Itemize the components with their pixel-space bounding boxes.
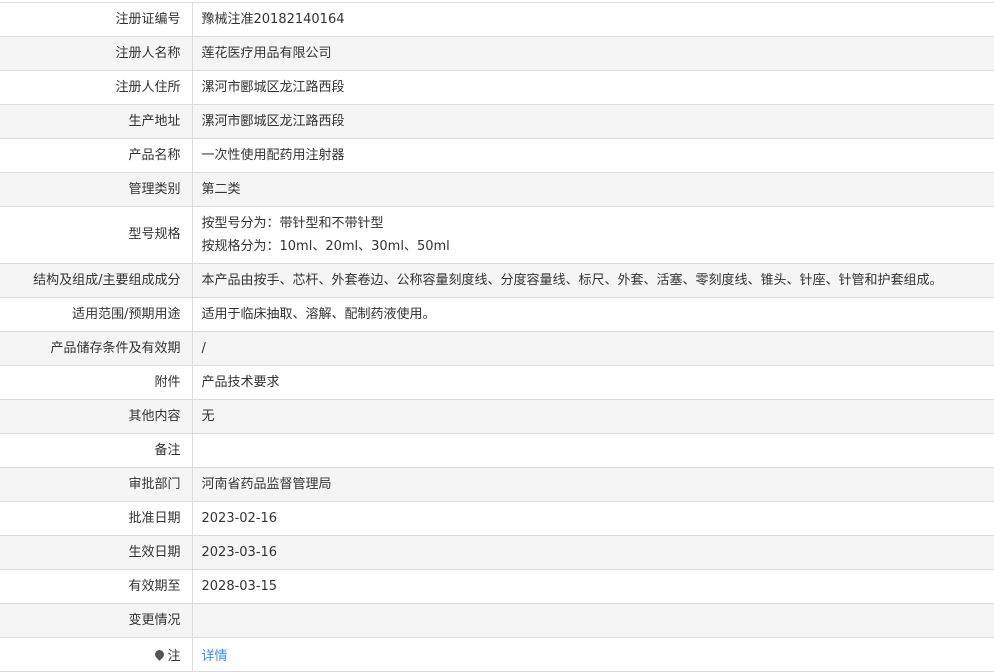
model-spec-line: 按型号分为：带针型和不带针型 [202,212,994,235]
row-label: 审批部门 [0,468,192,502]
row-registrant-name: 注册人名称 莲花医疗用品有限公司 [0,37,994,71]
row-value: 豫械注准20182140164 [192,3,994,37]
row-model-spec: 型号规格 按型号分为：带针型和不带针型 按规格分为：10ml、20ml、30ml… [0,207,994,264]
pin-icon [154,648,167,661]
registration-detail-table: 注册证编号 豫械注准20182140164 注册人名称 莲花医疗用品有限公司 注… [0,2,994,672]
row-product-name: 产品名称 一次性使用配药用注射器 [0,139,994,173]
row-value [192,434,994,468]
row-other-content: 其他内容 无 [0,400,994,434]
row-structure-composition: 结构及组成/主要组成成分 本产品由按手、芯杆、外套卷边、公称容量刻度线、分度容量… [0,264,994,298]
row-label: 批准日期 [0,502,192,536]
row-label: 管理类别 [0,173,192,207]
row-value: 莲花医疗用品有限公司 [192,37,994,71]
row-label: 备注 [0,434,192,468]
row-production-address: 生产地址 漯河市郾城区龙江路西段 [0,105,994,139]
row-label: 产品名称 [0,139,192,173]
row-label: 注册证编号 [0,3,192,37]
row-label: 有效期至 [0,570,192,604]
row-label: 产品储存条件及有效期 [0,332,192,366]
row-management-class: 管理类别 第二类 [0,173,994,207]
row-value: 2023-03-16 [192,536,994,570]
row-label: 其他内容 [0,400,192,434]
row-value: 漯河市郾城区龙江路西段 [192,71,994,105]
row-intended-use: 适用范围/预期用途 适用于临床抽取、溶解、配制药液使用。 [0,298,994,332]
row-remarks: 备注 [0,434,994,468]
row-label: 生效日期 [0,536,192,570]
row-storage-validity: 产品储存条件及有效期 / [0,332,994,366]
row-label: 注册人住所 [0,71,192,105]
row-value: 河南省药品监督管理局 [192,468,994,502]
row-value: / [192,332,994,366]
row-note: 注 详情 [0,638,994,672]
row-value: 详情 [192,638,994,672]
row-approval-department: 审批部门 河南省药品监督管理局 [0,468,994,502]
row-label: 变更情况 [0,604,192,638]
row-label: 生产地址 [0,105,192,139]
row-label: 注 [0,638,192,672]
row-change-status: 变更情况 [0,604,994,638]
row-approval-date: 批准日期 2023-02-16 [0,502,994,536]
row-value: 一次性使用配药用注射器 [192,139,994,173]
row-value: 无 [192,400,994,434]
row-attachment: 附件 产品技术要求 [0,366,994,400]
row-label: 结构及组成/主要组成成分 [0,264,192,298]
row-value: 漯河市郾城区龙江路西段 [192,105,994,139]
row-valid-until: 有效期至 2028-03-15 [0,570,994,604]
row-label: 附件 [0,366,192,400]
row-value: 适用于临床抽取、溶解、配制药液使用。 [192,298,994,332]
row-value: 产品技术要求 [192,366,994,400]
row-value: 按型号分为：带针型和不带针型 按规格分为：10ml、20ml、30ml、50ml [192,207,994,264]
row-registrant-address: 注册人住所 漯河市郾城区龙江路西段 [0,71,994,105]
row-value: 2023-02-16 [192,502,994,536]
row-value: 本产品由按手、芯杆、外套卷边、公称容量刻度线、分度容量线、标尺、外套、活塞、零刻… [192,264,994,298]
model-spec-line: 按规格分为：10ml、20ml、30ml、50ml [202,235,994,258]
row-registration-number: 注册证编号 豫械注准20182140164 [0,3,994,37]
row-value: 2028-03-15 [192,570,994,604]
row-label: 型号规格 [0,207,192,264]
row-label: 注册人名称 [0,37,192,71]
row-effective-date: 生效日期 2023-03-16 [0,536,994,570]
row-value: 第二类 [192,173,994,207]
row-label: 适用范围/预期用途 [0,298,192,332]
row-value [192,604,994,638]
